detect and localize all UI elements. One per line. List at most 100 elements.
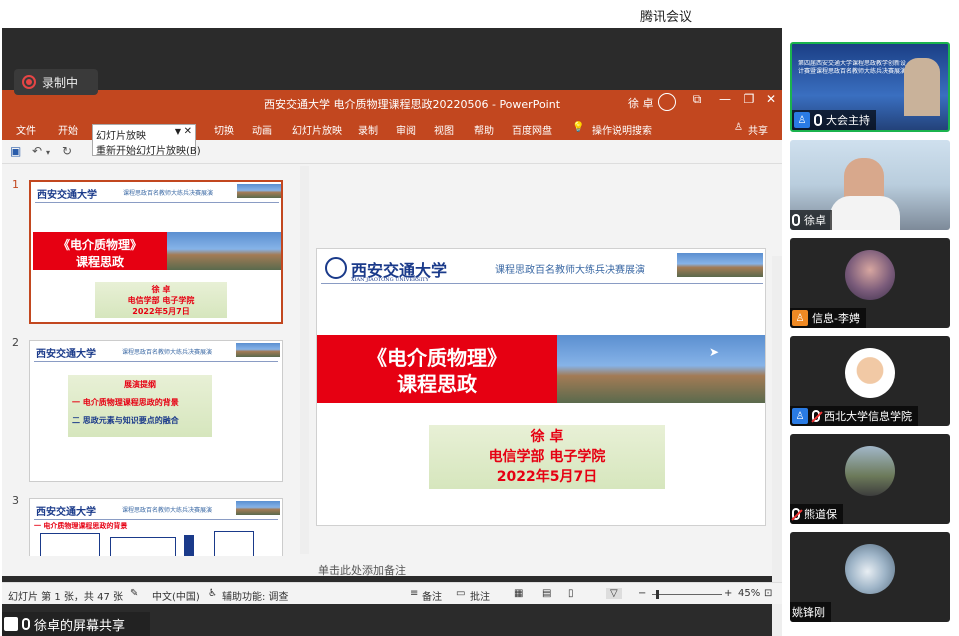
document-title: 西安交通大学 电介质物理课程思政20220506 - PowerPoint (264, 98, 561, 111)
restart-slideshow-item[interactable]: 重新开始幻灯片放映(B) (96, 142, 201, 157)
close-icon[interactable]: ✕ (184, 126, 192, 137)
slogan-text: 课程思政百名教师大练兵决赛展演 (122, 349, 213, 356)
zoom-slider-thumb[interactable] (656, 590, 659, 599)
presentation-date: 2022年5月7日 (132, 307, 190, 316)
accessibility-status[interactable]: 辅助功能: 调查 (222, 588, 289, 603)
presenter-department: 电信学部 电子学院 (127, 296, 195, 305)
participant-tile[interactable]: ♙ 西北大学信息学院 (790, 336, 950, 426)
thumbnail-number: 3 (12, 494, 19, 507)
undo-dropdown-icon[interactable]: ▾ (46, 148, 50, 157)
tab-baidu-netdisk[interactable]: 百度网盘 (512, 122, 552, 137)
thumbnail-scrollbar[interactable] (300, 166, 309, 554)
participant-name-bar: 熊道保 (790, 504, 843, 524)
participant-tile[interactable]: 第四届西安交通大学课程思政教学创新设计赛暨课程思政百名教师大练兵决赛展演 ♙ 大… (790, 42, 950, 132)
header-photo (236, 501, 280, 515)
participant-list: 第四届西安交通大学课程思政教学创新设计赛暨课程思政百名教师大练兵决赛展演 ♙ 大… (784, 28, 959, 636)
slideshow-dropdown-tooltip: 幻灯片放映 ▼ ✕ 重新开始幻灯片放映(B) (92, 124, 201, 157)
participant-name: 徐卓 (804, 214, 826, 227)
title-red-box: 《电介质物理》 课程思政 (317, 335, 557, 403)
header-rule (321, 283, 763, 284)
comments-button[interactable]: 批注 (470, 588, 490, 603)
zoom-level[interactable]: 45% (738, 588, 760, 599)
slogan-text: 课程思政百名教师大练兵决赛展演 (122, 507, 213, 514)
header-rule (34, 519, 278, 520)
user-name[interactable]: 徐 卓 (628, 95, 654, 111)
notes-button[interactable]: 备注 (422, 588, 442, 603)
participant-name-bar: 姚锋刚 (790, 602, 831, 622)
microphone-muted-icon (812, 410, 820, 422)
tab-view[interactable]: 视图 (434, 122, 454, 137)
redo-icon[interactable]: ↻ (62, 144, 72, 158)
normal-view-icon[interactable]: ▦ (514, 588, 523, 599)
header-photo (237, 184, 281, 198)
share-top-strip (2, 28, 782, 90)
participant-tile[interactable]: ♙ 信息-李娉 (790, 238, 950, 328)
slide-thumbnail-3[interactable]: 西安交通大学 课程思政百名教师大练兵决赛展演 一 电介质物理课程思政的背景 (29, 498, 283, 556)
microphone-icon (792, 214, 800, 226)
tab-slideshow[interactable]: 幻灯片放映 (292, 122, 342, 137)
powerpoint-window: 西安交通大学 电介质物理课程思政20220506 - PowerPoint 徐 … (2, 90, 782, 636)
participant-name: 大会主持 (826, 114, 870, 127)
tab-animations[interactable]: 动画 (252, 122, 272, 137)
slide-thumbnail-1[interactable]: 西安交通大学 课程思政百名教师大练兵决赛展演 《电介质物理》 课程思政 徐 卓 … (29, 180, 283, 324)
outline-box: 展演提纲 一 电介质物理课程思政的背景 二 思政元素与知识要点的融合 (68, 375, 212, 437)
participant-tile[interactable]: 姚锋刚 (790, 532, 950, 622)
zoom-in-icon[interactable]: + (724, 588, 732, 599)
meeting-title-bar: 腾讯会议 (0, 0, 959, 28)
header-photo (236, 343, 280, 357)
zoom-out-icon[interactable]: − (638, 588, 646, 599)
chevron-down-icon[interactable]: ▼ (175, 127, 181, 136)
participant-tile[interactable]: 熊道保 (790, 434, 950, 524)
title-red-box: 《电介质物理》 课程思政 (33, 232, 167, 270)
close-icon[interactable]: ✕ (760, 92, 782, 106)
header-rule (35, 202, 279, 203)
zoom-slider[interactable] (652, 594, 722, 595)
tab-record[interactable]: 录制 (358, 122, 378, 137)
diagram-box (214, 531, 254, 556)
minimize-icon[interactable]: — (714, 92, 736, 106)
reading-view-icon[interactable]: ▯ (568, 588, 574, 599)
slide3-heading: 一 电介质物理课程思政的背景 (34, 522, 128, 530)
participant-tile[interactable]: 徐卓 (790, 140, 950, 230)
person-shirt (830, 196, 900, 230)
main-slide-canvas[interactable]: 西安交通大学 XIAN JIAOTONG UNIVERSITY 课程思政百名教师… (316, 248, 766, 526)
share-person-icon: ♙ (734, 122, 743, 133)
participant-name-bar: 徐卓 (790, 210, 832, 230)
outline-item-2: 二 思政元素与知识要点的融合 (72, 416, 179, 425)
campus-photo (557, 335, 765, 403)
header-photo (677, 253, 763, 277)
save-icon[interactable]: ▣ (10, 144, 21, 158)
participant-name: 信息-李娉 (812, 312, 860, 325)
spellcheck-icon[interactable]: ✎ (130, 588, 138, 599)
share-button[interactable]: 共享 (748, 122, 768, 137)
notes-pane[interactable]: 单击此处添加备注 (318, 562, 768, 582)
tab-help[interactable]: 帮助 (474, 122, 494, 137)
host-icon: ♙ (794, 112, 810, 128)
ribbon-display-icon[interactable]: ⧉ (686, 92, 708, 107)
presentation-date: 2022年5月7日 (496, 469, 598, 485)
shared-screen: 录制中 西安交通大学 电介质物理课程思政20220506 - PowerPoin… (2, 28, 782, 636)
slogan-text: 课程思政百名教师大练兵决赛展演 (495, 265, 645, 276)
slide-thumbnail-2[interactable]: 西安交通大学 课程思政百名教师大练兵决赛展演 展演提纲 一 电介质物理课程思政的… (29, 340, 283, 482)
tab-transitions[interactable]: 切换 (214, 122, 234, 137)
presenter-box: 徐 卓 电信学部 电子学院 2022年5月7日 (95, 282, 227, 318)
fit-slide-icon[interactable]: ⊡ (764, 588, 772, 599)
slide-sorter-icon[interactable]: ▤ (542, 588, 551, 599)
conference-banner-text: 第四届西安交通大学课程思政教学创新设计赛暨课程思政百名教师大练兵决赛展演 (798, 60, 907, 75)
tell-me-search[interactable]: 操作说明搜索 (592, 122, 652, 137)
undo-icon[interactable]: ↶ (32, 144, 42, 158)
share-screen-icon (4, 617, 18, 631)
slide-thumbnail-pane: 1 西安交通大学 课程思政百名教师大练兵决赛展演 《电介质物理》 课程思政 徐 … (2, 164, 298, 556)
university-seal-icon (325, 257, 347, 279)
university-logo: 西安交通大学 (37, 190, 97, 201)
user-avatar-icon[interactable] (658, 93, 676, 111)
tab-review[interactable]: 审阅 (396, 122, 416, 137)
restore-icon[interactable]: ❐ (738, 92, 760, 106)
avatar (845, 544, 895, 594)
slideshow-icon[interactable]: ▽ (606, 588, 622, 599)
tab-file[interactable]: 文件 (16, 122, 36, 137)
language-indicator[interactable]: 中文(中国) (152, 588, 200, 603)
tab-home[interactable]: 开始 (58, 122, 78, 137)
slide-scrollbar[interactable] (772, 256, 782, 636)
recording-indicator[interactable]: 录制中 (14, 69, 98, 95)
